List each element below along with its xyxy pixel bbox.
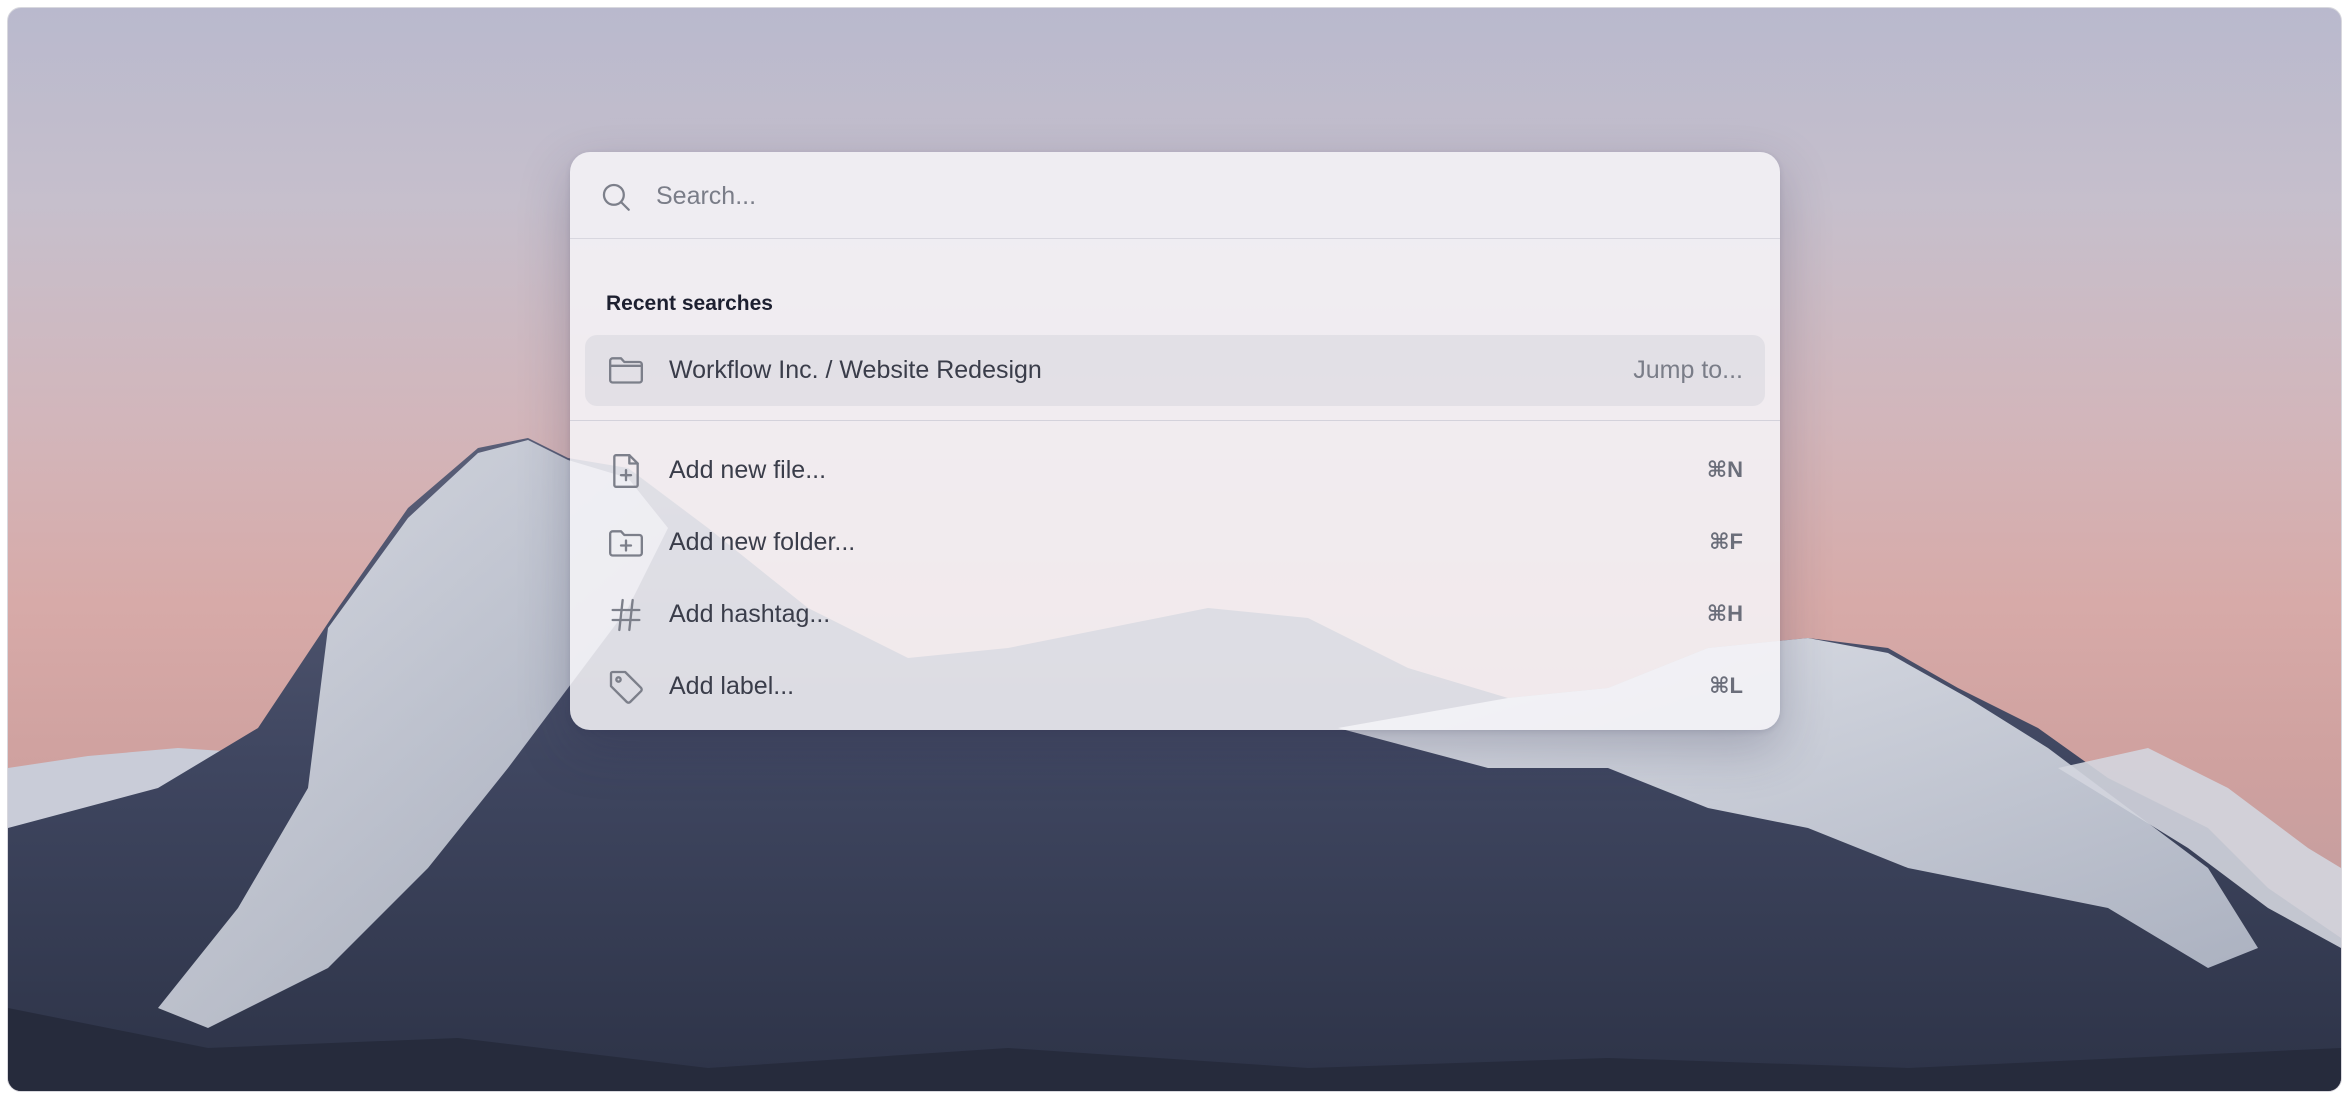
folder-icon bbox=[609, 357, 643, 384]
recent-item-workflow[interactable]: Workflow Inc. / Website Redesign Jump to… bbox=[585, 335, 1765, 406]
folder-plus-icon bbox=[609, 530, 643, 557]
search-icon bbox=[602, 183, 630, 211]
recent-item-label: Workflow Inc. / Website Redesign bbox=[669, 356, 1042, 384]
shortcut-hint: ⌘H bbox=[1706, 601, 1743, 626]
add-hashtag-action[interactable]: Add hashtag... ⌘H bbox=[585, 584, 1765, 646]
action-label: Add new file... bbox=[669, 456, 827, 484]
shortcut-hint: ⌘N bbox=[1706, 457, 1743, 482]
command-palette: Recent searches Workflow Inc. / Website … bbox=[570, 152, 1780, 730]
shortcut-hint: ⌘F bbox=[1709, 529, 1743, 554]
file-plus-icon bbox=[613, 454, 639, 488]
shortcut-hint: ⌘L bbox=[1709, 673, 1743, 698]
tag-icon bbox=[609, 670, 643, 704]
action-label: Add label... bbox=[669, 672, 795, 700]
action-label: Add hashtag... bbox=[669, 600, 831, 628]
jump-to-hint: Jump to... bbox=[1633, 356, 1743, 384]
action-label: Add new folder... bbox=[669, 528, 856, 556]
search-input[interactable] bbox=[654, 172, 1748, 220]
desktop-background: Recent searches Workflow Inc. / Website … bbox=[7, 7, 2342, 1092]
hashtag-icon bbox=[611, 598, 641, 632]
divider bbox=[570, 420, 1780, 421]
recent-searches-heading: Recent searches bbox=[606, 292, 773, 315]
search-bar bbox=[570, 152, 1780, 239]
add-new-folder-action[interactable]: Add new folder... ⌘F bbox=[585, 512, 1765, 574]
add-label-action[interactable]: Add label... ⌘L bbox=[585, 656, 1765, 718]
add-new-file-action[interactable]: Add new file... ⌘N bbox=[585, 440, 1765, 502]
